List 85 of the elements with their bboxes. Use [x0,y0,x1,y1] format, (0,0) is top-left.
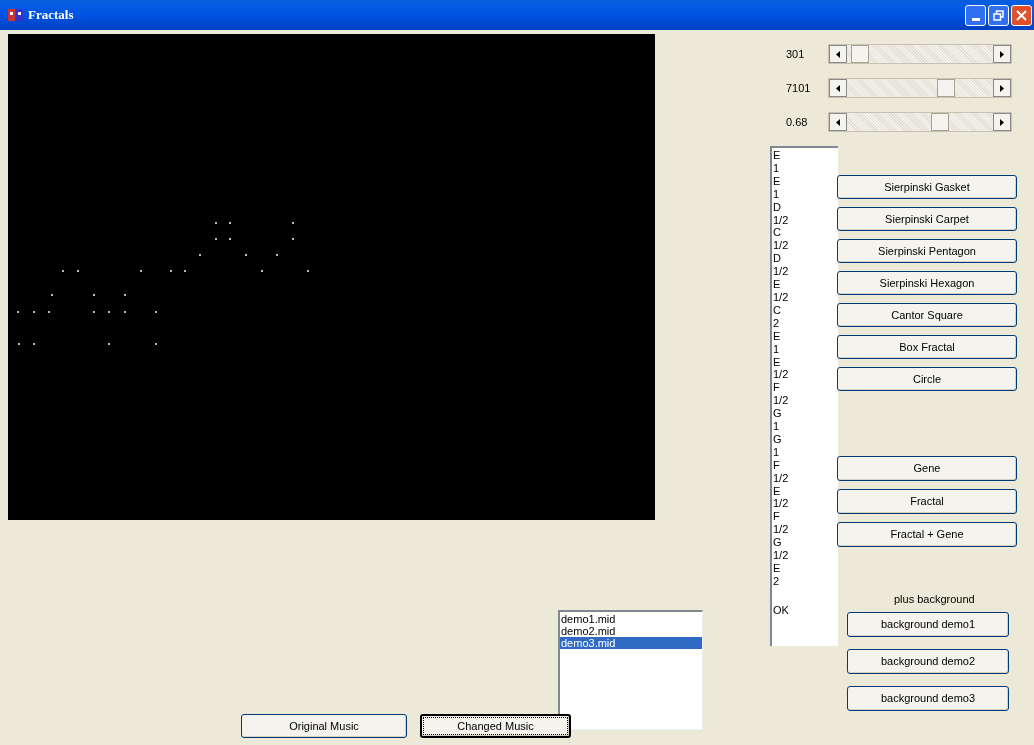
note-line: 1/2 [773,368,789,382]
left-arrow-icon [836,118,840,126]
close-icon [1016,9,1027,21]
shape-button[interactable]: Sierpinski Hexagon [837,271,1017,295]
note-line: 2 [773,574,780,588]
value-label: 301 [785,46,806,62]
shape-button[interactable]: Circle [837,367,1017,391]
slider-thumb[interactable] [931,113,950,131]
note-line: 2 [773,316,780,330]
shape-button[interactable]: Sierpinski Carpet [837,207,1017,231]
note-line: G [773,536,782,550]
scroll-left-button[interactable] [829,45,847,63]
note-line: 1 [773,445,780,459]
shape-button[interactable]: Sierpinski Pentagon [837,239,1017,263]
slider-thumb[interactable] [936,79,955,97]
minimize-button[interactable] [965,4,986,26]
note-line: 1 [773,342,780,356]
note-line: F [773,458,780,472]
note-line: 1/2 [773,265,789,279]
right-arrow-icon [1000,84,1004,92]
note-line: 1/2 [773,471,789,485]
note-line: 1/2 [773,239,789,253]
note-line: 1/2 [773,394,789,408]
right-arrow-icon [1000,118,1004,126]
mode-button[interactable]: Fractal [837,489,1017,514]
note-line: 1/2 [773,290,789,304]
note-line: 1/2 [773,497,789,511]
minimize-icon [971,17,980,21]
note-line: E [773,562,781,575]
note-line: E [773,329,781,343]
note-line: G [773,432,782,446]
note-line: C [773,303,781,317]
shape-button[interactable]: Box Fractal [837,335,1017,359]
mode-button[interactable]: Gene [837,456,1017,481]
slider[interactable] [828,112,1012,132]
note-line: C [773,226,781,240]
shape-button[interactable]: Sierpinski Gasket [837,175,1017,199]
background-button[interactable]: background demo2 [847,648,1009,674]
mode-button[interactable]: Fractal + Gene [837,522,1017,547]
scroll-left-button[interactable] [829,113,847,131]
app-icon [8,8,24,22]
note-line: D [773,200,781,214]
music-button[interactable]: Original Music [241,714,407,738]
note-line: 1 [773,420,780,433]
scroll-left-button[interactable] [829,79,847,97]
note-line: 1/2 [773,549,789,562]
file-list[interactable]: demo1.mid demo2.mid demo3.mid [558,610,703,730]
restore-icon [993,9,1004,21]
slider[interactable] [828,78,1012,98]
scroll-right-button[interactable] [993,113,1011,131]
close-button[interactable] [1011,4,1032,26]
slider[interactable] [828,44,1012,64]
note-line: 1/2 [773,213,789,227]
scroll-right-button[interactable] [993,79,1011,97]
status-text: OK [773,602,789,618]
right-arrow-icon [1000,50,1004,58]
window-title: Fractals [28,6,74,25]
value-label: 0.68 [785,114,809,130]
background-button[interactable]: background demo1 [847,611,1009,637]
note-line: G [773,407,782,421]
note-line: 1 [773,187,780,201]
note-line: F [773,510,780,524]
note-line: D [773,252,781,266]
note-line: E [773,355,781,369]
background-button[interactable]: background demo3 [847,685,1009,711]
shape-button[interactable]: Cantor Square [837,303,1017,327]
restore-button[interactable] [988,4,1009,26]
file-item[interactable]: demo3.mid [560,637,702,649]
note-line: E [773,484,781,498]
slider-thumb[interactable] [850,45,869,63]
file-item[interactable]: demo2.mid [560,625,702,637]
note-line: 1 [773,161,780,175]
file-item[interactable]: demo1.mid [560,613,702,625]
note-line: F [773,381,780,395]
left-arrow-icon [836,84,840,92]
music-button[interactable]: Changed Music [420,714,571,738]
notes-text-box[interactable]: E 1 E 1 D 1/2 C 1/2 D 1/2 E 1/2 C 2 E 1 E 1/2 F 1/2 G 1 G 1 F 1/2 E 1/2 F 1/2 G 1/2 E 2 OK [770,146,838,646]
background-label: plus background [894,592,976,607]
note-line: E [773,174,781,188]
left-arrow-icon [836,50,840,58]
note-line: E [773,278,781,291]
note-line: E [773,149,781,162]
note-line: 1/2 [773,523,789,537]
value-label: 7101 [785,80,812,96]
scroll-right-button[interactable] [993,45,1011,63]
